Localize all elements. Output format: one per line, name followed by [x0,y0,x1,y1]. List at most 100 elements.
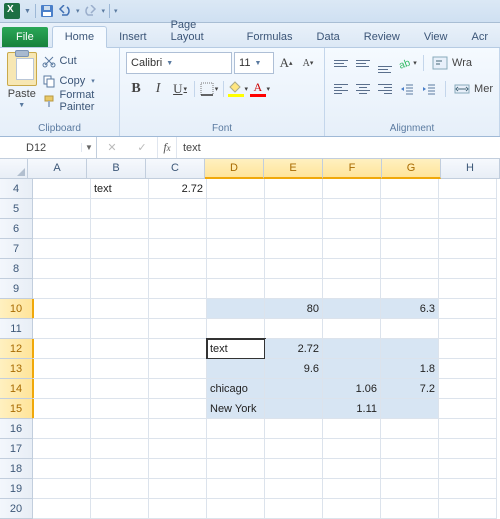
cell-D8[interactable] [207,259,265,279]
cell-H7[interactable] [439,239,497,259]
undo-dropdown[interactable]: ▾ [76,7,80,15]
cell-A8[interactable] [33,259,91,279]
cell-F5[interactable] [323,199,381,219]
cell-H12[interactable] [439,339,497,359]
cell-H5[interactable] [439,199,497,219]
font-size-combo[interactable]: 11▼ [234,52,274,74]
undo-icon[interactable] [58,5,72,17]
cell-E5[interactable] [265,199,323,219]
orientation-button[interactable]: ab▾ [397,53,417,73]
cell-G19[interactable] [381,479,439,499]
cell-F20[interactable] [323,499,381,519]
cell-B12[interactable] [91,339,149,359]
cell-E15[interactable] [265,399,323,419]
cell-D6[interactable] [207,219,265,239]
cell-A17[interactable] [33,439,91,459]
cell-D4[interactable] [207,179,265,199]
cell-H20[interactable] [439,499,497,519]
fx-icon[interactable]: fx [158,137,177,158]
cell-H15[interactable] [439,399,497,419]
cell-G17[interactable] [381,439,439,459]
shrink-font-button[interactable]: A▾ [298,53,318,73]
cell-D16[interactable] [207,419,265,439]
row-header-9[interactable]: 9 [0,279,33,299]
align-center-button[interactable] [353,79,373,99]
row-header-17[interactable]: 17 [0,439,33,459]
column-header-B[interactable]: B [87,159,146,178]
cell-B13[interactable] [91,359,149,379]
cell-G5[interactable] [381,199,439,219]
worksheet-grid[interactable]: 4text2.725678910806.31112text2.72139.61.… [0,179,500,519]
format-painter-button[interactable]: Format Painter [42,92,114,110]
cell-G15[interactable] [381,399,439,419]
cut-button[interactable]: Cut [42,52,114,70]
cell-C8[interactable] [149,259,207,279]
formula-input[interactable]: text [177,137,500,158]
tab-file[interactable]: File [2,27,48,47]
cell-G6[interactable] [381,219,439,239]
cell-E8[interactable] [265,259,323,279]
cell-F11[interactable] [323,319,381,339]
cell-H8[interactable] [439,259,497,279]
row-header-11[interactable]: 11 [0,319,33,339]
cell-D15[interactable]: New York [207,399,265,419]
redo-icon[interactable] [83,5,97,17]
cell-B11[interactable] [91,319,149,339]
cell-B20[interactable] [91,499,149,519]
tab-formulas[interactable]: Formulas [235,27,305,47]
row-header-15[interactable]: 15 [0,399,34,419]
row-header-16[interactable]: 16 [0,419,33,439]
cell-H6[interactable] [439,219,497,239]
name-box-dropdown[interactable]: ▼ [81,143,96,152]
cell-D17[interactable] [207,439,265,459]
row-header-6[interactable]: 6 [0,219,33,239]
cell-C16[interactable] [149,419,207,439]
cell-E18[interactable] [265,459,323,479]
cell-G13[interactable]: 1.8 [381,359,439,379]
cell-F18[interactable] [323,459,381,479]
cell-F4[interactable] [323,179,381,199]
cell-F13[interactable] [323,359,381,379]
cell-G7[interactable] [381,239,439,259]
column-header-F[interactable]: F [323,159,382,179]
column-header-D[interactable]: D [205,159,264,179]
cell-B10[interactable] [91,299,149,319]
cell-C6[interactable] [149,219,207,239]
cell-E7[interactable] [265,239,323,259]
cell-D11[interactable] [207,319,265,339]
cell-E9[interactable] [265,279,323,299]
cell-D12[interactable]: text [207,339,265,359]
cell-A13[interactable] [33,359,91,379]
cell-B15[interactable] [91,399,149,419]
bold-button[interactable]: B [126,79,146,99]
borders-button[interactable]: ▾ [199,79,219,99]
cell-E20[interactable] [265,499,323,519]
cell-A19[interactable] [33,479,91,499]
cell-H18[interactable] [439,459,497,479]
cell-A14[interactable] [33,379,91,399]
cell-C4[interactable]: 2.72 [149,179,207,199]
cell-G18[interactable] [381,459,439,479]
cell-A20[interactable] [33,499,91,519]
cell-F8[interactable] [323,259,381,279]
cell-C12[interactable] [149,339,207,359]
cell-A9[interactable] [33,279,91,299]
cell-A4[interactable] [33,179,91,199]
row-header-12[interactable]: 12 [0,339,34,359]
cell-F16[interactable] [323,419,381,439]
cell-E6[interactable] [265,219,323,239]
cell-B5[interactable] [91,199,149,219]
cell-A12[interactable] [33,339,91,359]
cell-A10[interactable] [33,299,91,319]
cell-C10[interactable] [149,299,207,319]
cell-E13[interactable]: 9.6 [265,359,323,379]
cell-F15[interactable]: 1.11 [323,399,381,419]
tab-view[interactable]: View [412,27,460,47]
redo-dropdown[interactable]: ▾ [101,7,105,15]
cell-C19[interactable] [149,479,207,499]
cell-F10[interactable] [323,299,381,319]
row-header-4[interactable]: 4 [0,179,33,199]
cell-G16[interactable] [381,419,439,439]
tab-review[interactable]: Review [352,27,412,47]
tab-data[interactable]: Data [305,27,352,47]
